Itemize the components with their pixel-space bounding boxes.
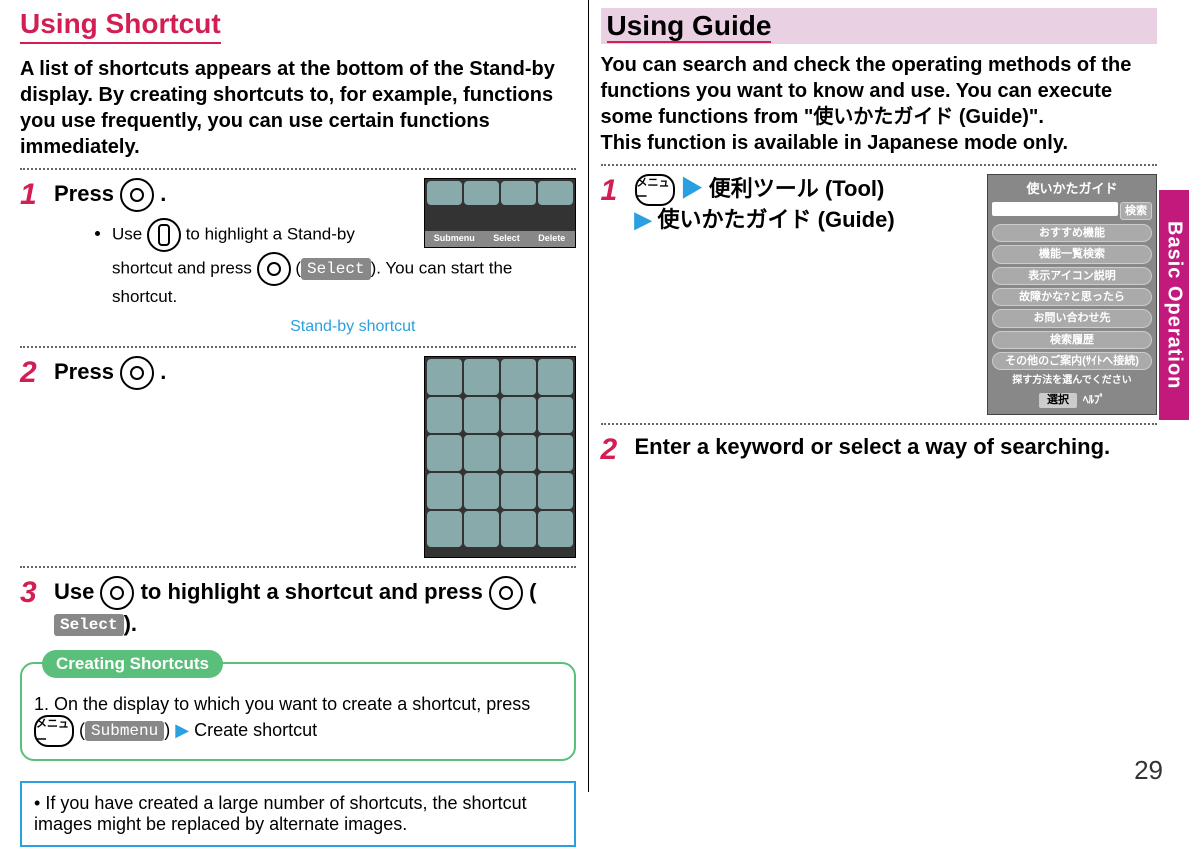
page-number: 29 — [1134, 755, 1163, 786]
guide-item: 検索履歴 — [992, 331, 1152, 349]
guide-search-button: 検索 — [1120, 202, 1152, 220]
step-number: 1 — [20, 178, 44, 338]
guide-item: 機能一覧検索 — [992, 245, 1152, 263]
guide-item: 表示アイコン説明 — [992, 267, 1152, 285]
guide-foot-select: 選択 — [1039, 393, 1077, 407]
menu-key-icon: メニュー — [34, 715, 74, 747]
step3-text-b: to highlight a shortcut and press — [141, 579, 489, 604]
select-label: Select — [54, 614, 124, 637]
nav-key-updown-icon — [147, 218, 181, 252]
screenshot-shortcut-grid — [424, 356, 576, 558]
step3-text-a: Use — [54, 579, 100, 604]
nav-key-icon — [120, 356, 154, 390]
softkey-delete: Delete — [538, 233, 565, 245]
left-column: Using Shortcut A list of shortcuts appea… — [8, 0, 589, 792]
guide-item: おすすめ機能 — [992, 224, 1152, 242]
note-text: If you have created a large number of sh… — [34, 793, 527, 834]
nav-key-icon — [100, 576, 134, 610]
section-tab: Basic Operation — [1159, 190, 1189, 420]
softkey-submenu: Submenu — [434, 233, 475, 245]
center-key-icon — [489, 576, 523, 610]
step1-text-a: Press — [54, 181, 120, 206]
arrow-icon: ▶ — [175, 720, 189, 740]
divider — [20, 168, 576, 170]
divider — [20, 346, 576, 348]
select-label: Select — [301, 258, 371, 281]
guide-step-2: 2 Enter a keyword or select a way of sea… — [601, 433, 1158, 467]
step-number: 1 — [601, 174, 625, 415]
creating-shortcuts-box: Creating Shortcuts 1. On the display to … — [20, 662, 576, 761]
center-key-icon — [257, 252, 291, 286]
heading-using-guide: Using Guide — [601, 8, 1158, 44]
step-1: 1 Submenu Select Delete Press . — [20, 178, 576, 338]
step-number: 2 — [20, 356, 44, 558]
heading-using-shortcut: Using Shortcut — [20, 8, 221, 44]
step3-text-c: ( — [529, 579, 536, 604]
step-number: 3 — [20, 576, 44, 639]
step1-tool-text: 便利ツール (Tool) — [709, 176, 885, 201]
step2-text-a: Press — [54, 359, 120, 384]
divider — [601, 164, 1158, 166]
intro-guide: You can search and check the operating m… — [601, 52, 1158, 156]
standby-shortcut-label: Stand-by shortcut — [290, 317, 415, 338]
arrow-icon: ▶ — [681, 176, 703, 201]
softkey-select: Select — [493, 233, 520, 245]
guide-item: お問い合わせ先 — [992, 309, 1152, 327]
step1-guide-text: 使いかたガイド (Guide) — [658, 207, 895, 232]
step-3: 3 Use to highlight a shortcut and press … — [20, 576, 576, 639]
screenshot-standby-shortcut: Submenu Select Delete — [424, 178, 576, 248]
nav-key-icon — [120, 178, 154, 212]
guide-item: 故障かな?と思ったら — [992, 288, 1152, 306]
step1-text-b: . — [160, 181, 166, 206]
intro-shortcut: A list of shortcuts appears at the botto… — [20, 56, 576, 160]
right-column: Using Guide You can search and check the… — [589, 0, 1170, 792]
submenu-label: Submenu — [85, 721, 164, 741]
note-box: • If you have created a large number of … — [20, 781, 576, 847]
step-2: 2 Press . — [20, 356, 576, 558]
creating-shortcuts-body: 1. On the display to which you want to c… — [34, 694, 562, 747]
step-number: 2 — [601, 433, 625, 467]
arrow-icon: ▶ — [635, 207, 652, 232]
guide-item: その他のご案内(ｻｲﾄへ接続) — [992, 352, 1152, 370]
creating-shortcuts-title: Creating Shortcuts — [42, 650, 223, 678]
guide-step-1: 1 使いかたガイド 検索 おすすめ機能 機能一覧検索 表示アイコン説明 故障かな… — [601, 174, 1158, 415]
guide-foot-help: ﾍﾙﾌﾟ — [1083, 393, 1105, 407]
screenshot-guide: 使いかたガイド 検索 おすすめ機能 機能一覧検索 表示アイコン説明 故障かな?と… — [987, 174, 1157, 415]
step2-text-b: . — [160, 359, 166, 384]
step3-text-d: ). — [124, 611, 137, 636]
divider — [601, 423, 1158, 425]
menu-key-icon: メニュー — [635, 174, 675, 206]
guide-search-field — [992, 202, 1118, 216]
divider — [20, 566, 576, 568]
guide-screen-title: 使いかたガイド — [992, 181, 1152, 198]
guide-step2-text: Enter a keyword or select a way of searc… — [635, 433, 1158, 467]
guide-hint: 探す方法を選んでください — [992, 374, 1152, 387]
